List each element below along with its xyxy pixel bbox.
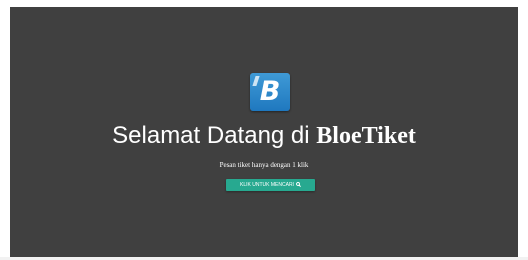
logo-letter: B: [259, 76, 281, 107]
search-icon: [296, 182, 301, 187]
search-button[interactable]: KLIK UNTUK MENCARI: [226, 179, 315, 191]
bloetiket-logo: B: [250, 73, 290, 111]
brand-name: BloeTiket: [316, 123, 416, 149]
page-title: Selamat Datang di BloeTiket: [10, 120, 518, 152]
search-button-label: KLIK UNTUK MENCARI: [240, 182, 294, 188]
subtitle: Pesan tiket hanya dengan 1 klik: [219, 161, 309, 169]
title-prefix: Selamat Datang di: [112, 122, 317, 149]
